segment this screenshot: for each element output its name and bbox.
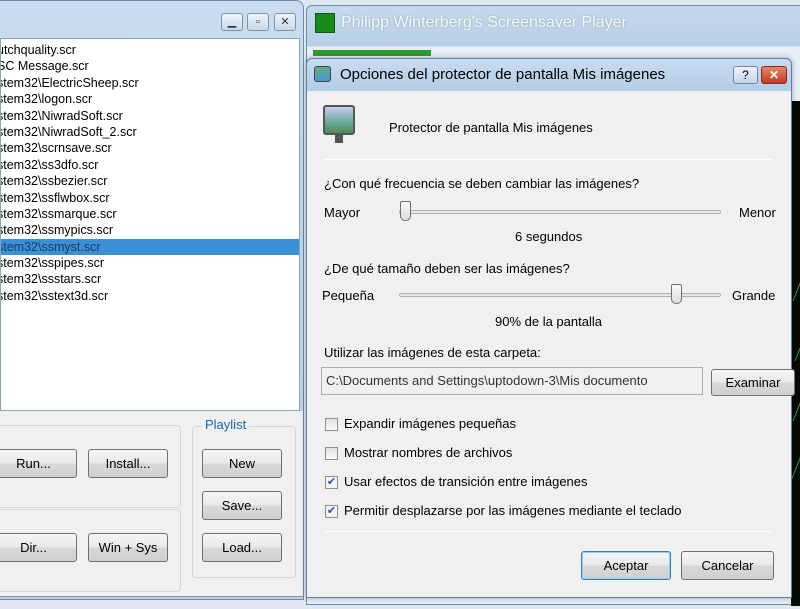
option-checkbox[interactable]: ✔ xyxy=(325,505,338,518)
frequency-max-label: Menor xyxy=(739,205,776,220)
list-item[interactable]: stem32\sstext3d.scr xyxy=(1,288,299,304)
list-item[interactable]: stem32\logon.scr xyxy=(1,91,299,107)
frequency-slider-thumb[interactable] xyxy=(400,201,412,221)
controls-panel: Playlist Run... Install... Dir... Win + … xyxy=(0,411,303,597)
size-question: ¿De qué tamaño deben ser las imágenes? xyxy=(324,261,570,276)
frequency-slider-track[interactable] xyxy=(399,210,721,214)
option-checkbox[interactable] xyxy=(325,447,338,460)
install-button[interactable]: Install... xyxy=(88,449,168,478)
dialog-title: Opciones del protector de pantalla Mis i… xyxy=(340,66,666,83)
screensaver-options-dialog: Opciones del protector de pantalla Mis i… xyxy=(306,58,795,598)
preview-area xyxy=(790,101,800,606)
list-item[interactable]: stem32\scrnsave.scr xyxy=(1,140,299,156)
screensaver-list[interactable]: utchquality.scr SC Message.scr stem32\Elec… xyxy=(0,38,300,411)
frequency-value: 6 segundos xyxy=(515,229,583,244)
list-item[interactable]: stem32\NiwradSoft_2.scr xyxy=(1,124,299,140)
progress-bar xyxy=(313,50,431,56)
dialog-close-button[interactable]: ✕ xyxy=(761,66,787,84)
list-item[interactable]: SC Message.scr xyxy=(1,58,299,74)
help-button[interactable]: ? xyxy=(733,66,758,84)
list-item[interactable]: utchquality.scr xyxy=(1,42,299,58)
option-label[interactable]: Usar efectos de transición entre imágene… xyxy=(344,474,588,489)
cancel-button[interactable]: Cancelar xyxy=(681,551,774,580)
screensaver-monitor-icon xyxy=(323,105,355,135)
list-item[interactable]: stem32\sspipes.scr xyxy=(1,255,299,271)
divider xyxy=(323,531,773,532)
list-item[interactable]: stem32\ssmyst.scr xyxy=(1,238,299,256)
list-item[interactable]: stem32\ssstars.scr xyxy=(1,271,299,287)
playlist-save-button[interactable]: Save... xyxy=(202,491,282,520)
playlist-load-button[interactable]: Load... xyxy=(202,533,282,562)
size-value: 90% de la pantalla xyxy=(495,314,602,329)
option-label[interactable]: Mostrar nombres de archivos xyxy=(344,445,512,460)
divider xyxy=(323,159,773,160)
frequency-question: ¿Con qué frecuencia se deben cambiar las… xyxy=(324,176,640,191)
app-icon xyxy=(315,13,335,33)
list-item[interactable]: stem32\ElectricSheep.scr xyxy=(1,75,299,91)
list-item[interactable]: stem32\ssbezier.scr xyxy=(1,173,299,189)
accept-button[interactable]: Aceptar xyxy=(581,551,671,580)
monitor-icon xyxy=(314,66,331,82)
option-checkbox[interactable] xyxy=(325,418,338,431)
monitor-stand xyxy=(335,135,343,143)
playlist-title: Playlist xyxy=(202,417,250,432)
folder-label: Utilizar las imágenes de esta carpeta: xyxy=(324,345,541,360)
option-label[interactable]: Permitir desplazarse por las imágenes me… xyxy=(344,503,681,518)
close-button[interactable]: ✕ xyxy=(274,13,296,31)
list-item[interactable]: stem32\ss3dfo.scr xyxy=(1,157,299,173)
minimize-button[interactable]: ▁ xyxy=(221,13,243,31)
list-item[interactable]: stem32\ssflwbox.scr xyxy=(1,190,299,206)
size-max-label: Grande xyxy=(732,288,776,303)
win-sys-button[interactable]: Win + Sys xyxy=(88,533,168,562)
size-slider-thumb[interactable] xyxy=(670,284,682,304)
size-min-label: Pequeña xyxy=(322,288,375,303)
list-item[interactable]: stem32\NiwradSoft.scr xyxy=(1,108,299,124)
run-button[interactable]: Run... xyxy=(0,449,77,478)
folder-path-field[interactable]: C:\Documents and Settings\uptodown-3\Mis… xyxy=(321,367,703,395)
dir-button[interactable]: Dir... xyxy=(0,533,77,562)
option-checkbox[interactable]: ✔ xyxy=(325,476,338,489)
window-title: Philipp Winterberg's Screensaver Player xyxy=(341,14,627,31)
browse-button[interactable]: Examinar xyxy=(711,369,795,396)
list-item[interactable]: stem32\ssmarque.scr xyxy=(1,206,299,222)
frequency-min-label: Mayor xyxy=(324,205,361,220)
playlist-new-button[interactable]: New xyxy=(202,449,282,478)
preview-lines xyxy=(790,282,800,482)
maximize-button[interactable]: ▫ xyxy=(247,13,269,31)
list-item[interactable]: stem32\ssmypics.scr xyxy=(1,222,299,238)
option-label[interactable]: Expandir imágenes pequeñas xyxy=(344,416,516,431)
dialog-header: Protector de pantalla Mis imágenes xyxy=(389,120,593,135)
